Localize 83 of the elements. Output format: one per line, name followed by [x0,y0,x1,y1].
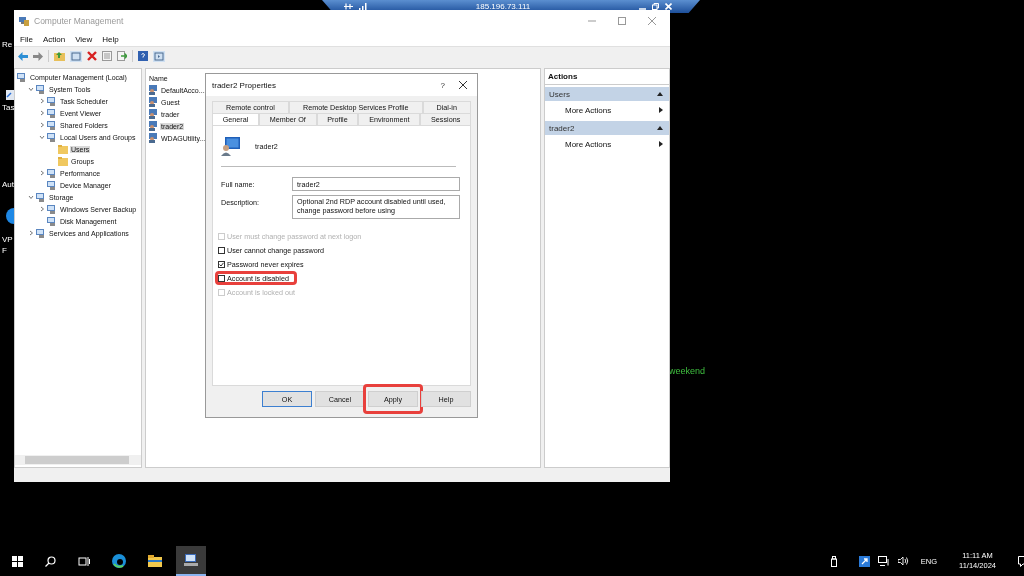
collapse-icon[interactable] [657,92,663,96]
console-node-icon [47,204,57,214]
computer-management-icon [184,554,198,566]
user-account-icon [221,136,241,156]
close-icon[interactable] [459,81,467,89]
console-node-icon [47,168,57,178]
taskbar-app-button[interactable] [176,546,206,576]
console-node-icon [47,108,57,118]
maximize-icon[interactable] [618,17,626,25]
horizontal-scrollbar[interactable] [15,455,141,465]
checkbox[interactable] [218,274,225,282]
desktop-icon-label: Tas [2,103,15,112]
menu-item[interactable]: File [20,34,33,44]
chevron-icon[interactable] [39,110,45,116]
remote-address: 185.196.73.111 [474,2,532,11]
actions-header: Actions [545,69,669,85]
folder-icon[interactable] [148,555,162,567]
help-button[interactable]: ? [440,80,445,90]
shortcut-icon[interactable] [6,90,14,100]
view-icon[interactable] [153,50,165,62]
chevron-icon[interactable] [28,86,34,92]
folder-up-icon[interactable] [54,51,65,61]
action-link[interactable]: More Actions [565,139,612,149]
chevron-icon[interactable] [28,194,34,200]
menu-item[interactable]: View [75,34,93,44]
desktop-icon-label: Aut [2,180,14,189]
window-title: Computer Management [34,16,124,26]
section-header[interactable]: Users [549,89,570,99]
user-icon [148,85,158,95]
search-icon[interactable] [45,555,56,567]
console-node-icon [47,96,57,106]
chevron-icon[interactable] [39,206,45,212]
collapse-icon[interactable] [657,126,663,130]
console-node-icon [36,84,46,94]
desktop-icon-label: Re [2,40,13,49]
console-node-icon [36,192,46,202]
checkbox[interactable] [218,246,225,254]
desktop-icon-label: VP [2,235,13,244]
console-node-icon [47,216,57,226]
checkbox[interactable] [218,260,225,268]
submenu-arrow-icon[interactable] [659,141,663,147]
delete-icon[interactable] [87,51,97,61]
volume-icon[interactable] [897,556,909,566]
user-icon [148,109,158,119]
section-header[interactable]: trader2 [549,123,575,133]
chevron-icon[interactable] [39,122,45,128]
restore-icon[interactable] [652,3,659,10]
forward-icon[interactable] [33,51,43,61]
user-icon [148,121,158,131]
browser-icon[interactable] [112,554,126,568]
panel-icon[interactable] [70,50,82,62]
folder-icon [58,156,68,166]
dialog-title: trader2 Properties [212,80,277,90]
desktop-icon-label: F [2,246,7,255]
help-icon[interactable] [138,51,148,61]
start-icon[interactable] [12,555,23,567]
export-icon[interactable] [117,51,127,61]
usb-icon[interactable] [830,555,837,567]
console-node-icon [47,180,57,190]
network-icon[interactable] [877,556,890,566]
menu-item[interactable]: Action [42,34,66,44]
action-link[interactable]: More Actions [565,105,612,115]
menu-item[interactable]: Help [102,34,119,44]
console-node-icon [36,228,46,238]
folder-icon [58,144,68,154]
task-view-icon[interactable] [78,555,90,567]
chevron-icon[interactable] [39,170,45,176]
submenu-arrow-icon[interactable] [659,107,663,113]
user-icon [148,133,158,143]
back-icon[interactable] [18,51,28,61]
console-node-icon [47,120,57,130]
remote-app-icon[interactable] [858,555,870,567]
console-node-icon [47,132,57,142]
user-icon [148,97,158,107]
console-node-icon [17,72,27,82]
chevron-icon[interactable] [39,98,45,104]
chevron-icon[interactable] [39,134,45,140]
pin-icon[interactable] [344,3,353,10]
globe-icon[interactable] [6,205,14,227]
chevron-icon[interactable] [28,230,34,236]
properties-icon[interactable] [102,51,112,61]
desktop-text: weekend [669,366,706,376]
computer-management-icon [19,16,29,26]
